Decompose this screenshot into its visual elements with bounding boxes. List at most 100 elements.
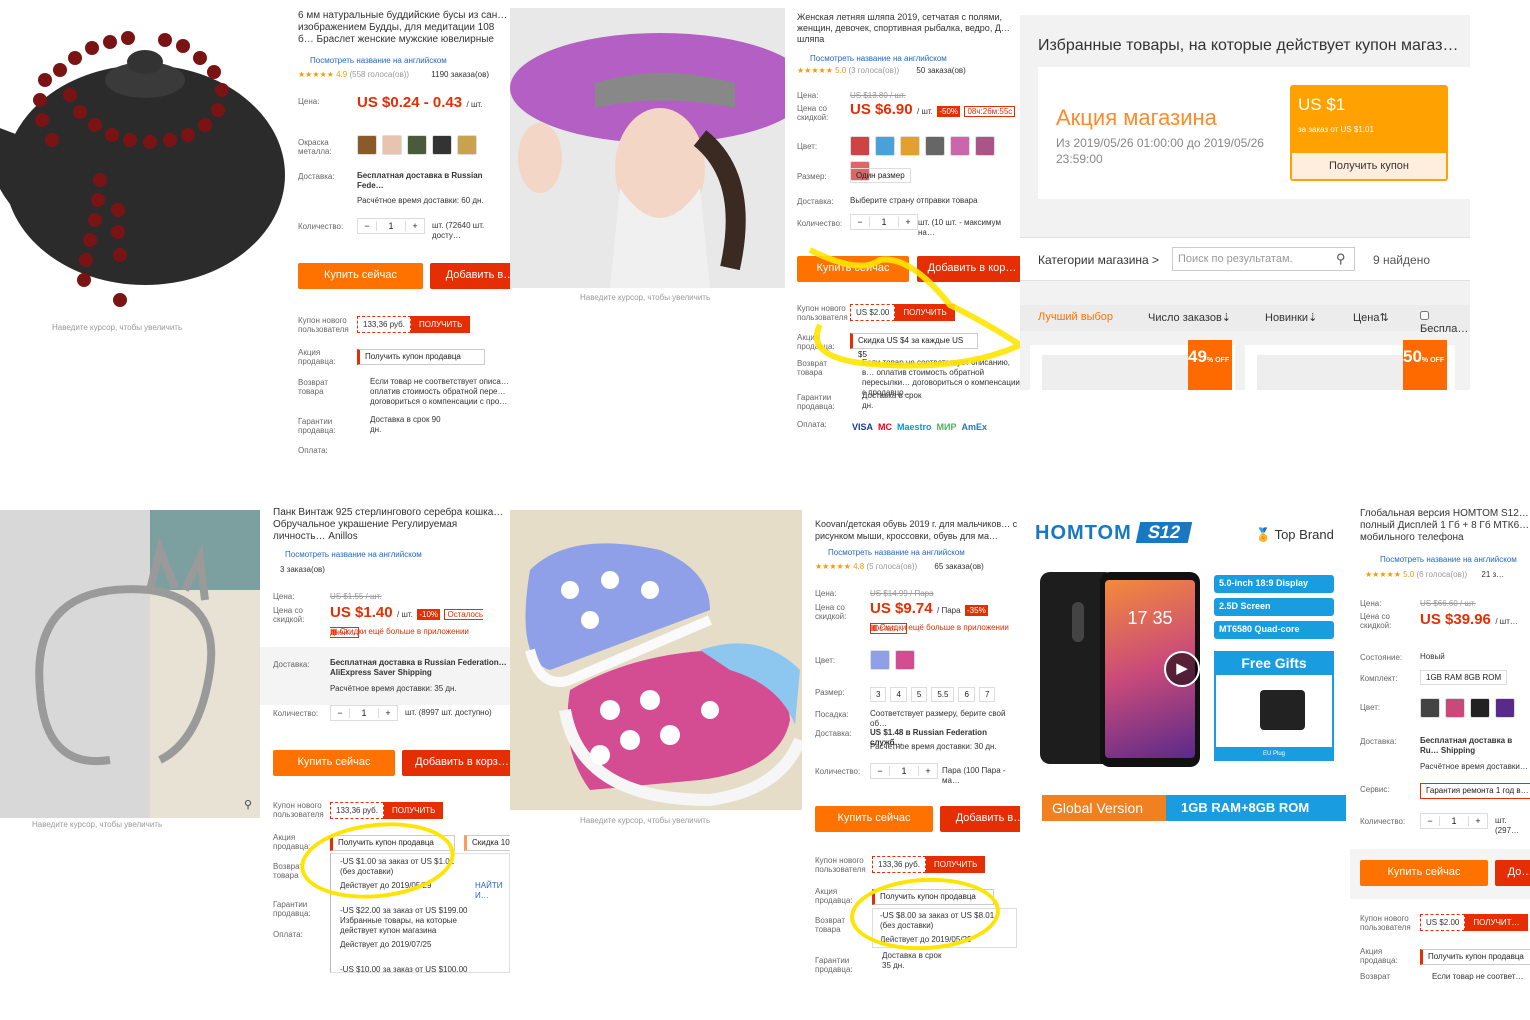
product-image-hat[interactable] <box>510 8 810 288</box>
rating-row: ★★★★★ 5.0 (6 голоса(ов)) 21 з… <box>1365 570 1505 579</box>
sort-best[interactable]: Лучший выбор <box>1038 311 1113 323</box>
guarantee-label: Гарантии продавца: <box>815 956 853 974</box>
cat-ring-image <box>0 510 260 818</box>
rating-row: ★★★★★ 5.0 (3 голоса(ов)) 50 заказа(ов) <box>797 66 966 75</box>
coupon-row: 133,36 руб. ПОЛУЧИТЬ <box>357 316 471 333</box>
price: US $39.96 / шт… <box>1420 611 1518 628</box>
get-coupon-button[interactable]: ПОЛУЧИТЬ <box>383 802 444 819</box>
play-video-button[interactable]: ▶ <box>1164 651 1200 687</box>
sort-new[interactable]: Новинки⇣ <box>1265 311 1317 324</box>
buy-now-button[interactable]: Купить сейчас <box>273 750 395 776</box>
size-options[interactable]: 3 4 5 5.5 6 7 <box>870 684 999 702</box>
promo-dropdown-2[interactable]: Скидка 10… <box>464 835 510 851</box>
product-panel-hat: Наведите курсор, чтобы увеличить Женская… <box>510 0 1020 440</box>
sort-price[interactable]: Цена⇅ <box>1353 311 1389 324</box>
product-title: Koovan/детская обувь 2019 г. для мальчик… <box>815 519 1018 541</box>
quantity-stepper[interactable]: −1 + <box>1420 813 1488 829</box>
seller-coupon-dropdown[interactable]: Получить купон продавца <box>1420 949 1530 965</box>
add-to-cart-button[interactable]: Добавить в… <box>940 806 1020 832</box>
delivery-text[interactable]: Выберите страну отправки товара <box>850 196 978 206</box>
quantity-stepper[interactable]: −1 + <box>330 705 398 721</box>
add-to-cart-button[interactable]: Добавить в корз… <box>402 750 510 776</box>
pay-label: Оплата: <box>298 446 328 455</box>
service-select[interactable]: Гарантия ремонта 1 год в… <box>1420 783 1530 799</box>
delivery-text[interactable]: Бесплатная доставка в Ru… Shipping <box>1420 736 1530 756</box>
color-label: Цвет: <box>815 656 836 665</box>
guarantee-text: Доставка в срок дн. <box>862 391 922 410</box>
quantity-stepper[interactable]: −1 + <box>357 218 425 234</box>
seller-coupon-dropdown[interactable]: Получить купон продавца <box>357 349 485 365</box>
delivery-time: Расчётное время доставки: 60 дн. <box>357 196 484 205</box>
coupon-item-3[interactable]: -US $10.00 за заказ от US $100.00 <box>340 965 468 975</box>
color-label: Цвет: <box>1360 703 1381 712</box>
guarantee-text: Доставка в срок 35 дн. <box>882 951 942 970</box>
product-image-beads[interactable] <box>0 0 285 320</box>
return-label: Возврат товара <box>298 378 328 396</box>
product-image-shoes[interactable] <box>510 510 806 810</box>
service-label: Сервис: <box>1360 785 1390 794</box>
kit-option[interactable]: 1GB RAM 8GB ROM <box>1420 670 1508 685</box>
product-panel-beads: Наведите курсор, чтобы увеличить 6 мм на… <box>0 0 510 455</box>
coupon-item-2[interactable]: -US $22.00 за заказ от US $199.00 Избран… <box>340 906 480 936</box>
color-swatches[interactable] <box>1420 698 1520 723</box>
coupon-row: 133,36 руб. ПОЛУЧИТЬ <box>872 856 986 873</box>
see-english-link[interactable]: Посмотреть название на английском <box>310 56 447 65</box>
sort-orders[interactable]: Число заказов⇣ <box>1148 311 1231 324</box>
color-swatches[interactable] <box>357 135 482 160</box>
product-image-ring[interactable] <box>0 510 260 818</box>
medal-icon: 🏅 <box>1255 527 1272 542</box>
store-categories-link[interactable]: Категории магазина > <box>1038 253 1159 267</box>
product-panel-shoes: Наведите курсор, чтобы увеличить Koovan/… <box>510 510 1020 980</box>
model-badge: S12 <box>1135 522 1193 543</box>
price-label: Цена: <box>273 592 295 601</box>
see-english-link[interactable]: Посмотреть название на английском <box>810 54 947 63</box>
zoom-hint: Наведите курсор, чтобы увеличить <box>52 323 183 332</box>
free-shipping-checkbox[interactable]: Беспла… <box>1420 311 1470 335</box>
delivery-label: Доставка: <box>815 729 852 738</box>
orders-count: 3 заказа(ов) <box>280 565 325 574</box>
size-option[interactable]: Один размер <box>850 168 911 183</box>
color-swatches[interactable] <box>870 650 920 675</box>
payment-icons: VISA MC Maestro МИР AmEx <box>852 422 988 432</box>
see-english-link[interactable]: Посмотреть название на английском <box>285 550 422 559</box>
get-coupon-button[interactable]: Получить купон <box>1292 153 1446 179</box>
color-label: Окраска металла: <box>298 138 332 156</box>
coupon-amount: US $1 <box>1298 95 1346 114</box>
quantity-stepper[interactable]: −1 + <box>870 763 938 779</box>
buy-now-button[interactable]: Купить сейчас <box>298 263 423 289</box>
delivery-text[interactable]: Бесплатная доставка в Russian Federation… <box>330 658 510 678</box>
brand-logo: HOMTOM <box>1035 522 1132 544</box>
delivery-text[interactable]: Бесплатная доставка в Russian Fede… <box>357 171 510 191</box>
qty-available: шт. (8997 шт. доступно) <box>405 708 492 717</box>
search-input[interactable]: Поиск по результатам. <box>1172 247 1355 271</box>
add-to-cart-button[interactable]: Добавить в… <box>430 263 510 289</box>
qty-label: Количество: <box>1360 817 1406 826</box>
found-count: 9 найдено <box>1373 253 1430 267</box>
quantity-stepper[interactable]: −1 + <box>850 214 918 230</box>
search-icon[interactable]: ⚲ <box>1336 251 1346 267</box>
get-coupon-button[interactable]: ПОЛУЧИТЬ <box>410 316 471 333</box>
zoom-hint: Наведите курсор, чтобы увеличить <box>580 816 711 825</box>
feature-2: 2.5D Screen <box>1214 598 1334 616</box>
feature-1: 5.0-inch 18:9 Display <box>1214 575 1334 593</box>
delivery-time: Расчётное время доставки… <box>1420 762 1528 771</box>
app-discount-link[interactable]: ▦ Скидки ещё больше в приложении <box>870 623 1009 633</box>
old-price: US $1.55 / шт. <box>330 592 382 601</box>
discount-badge: 50% OFF <box>1403 340 1447 390</box>
zoom-icon[interactable]: ⚲ <box>244 798 252 811</box>
app-discount-link[interactable]: ▦ Скидки ещё больше в приложении <box>330 627 469 637</box>
guarantee-label: Гарантии продавца: <box>797 393 835 411</box>
buy-now-button[interactable]: Купить сейчас <box>1360 860 1488 886</box>
add-to-cart-button[interactable]: До… <box>1495 860 1530 886</box>
find-link[interactable]: НАЙТИ И… <box>475 881 510 901</box>
see-english-link[interactable]: Посмотреть название на английском <box>1380 555 1517 564</box>
buy-now-button[interactable]: Купить сейчас <box>815 806 933 832</box>
qty-label: Количество: <box>797 219 843 228</box>
delivery-time: Расчётное время доставки: 30 дн. <box>870 742 997 751</box>
qty-label: Количество: <box>298 222 344 231</box>
get-coupon-button[interactable]: ПОЛУЧИТ… <box>1465 914 1528 931</box>
woman-hat-image <box>510 8 810 288</box>
get-coupon-button[interactable]: ПОЛУЧИТЬ <box>925 856 986 873</box>
coupon-row: 133,36 руб. ПОЛУЧИТЬ <box>330 802 444 819</box>
see-english-link[interactable]: Посмотреть название на английском <box>828 548 965 557</box>
